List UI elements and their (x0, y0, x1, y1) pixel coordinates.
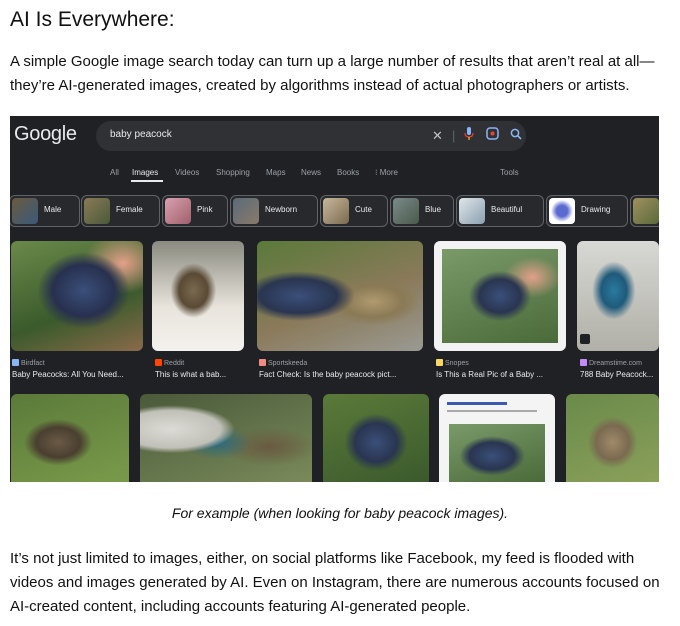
chip-blue[interactable]: Blue (390, 195, 454, 227)
chip-label: Beautiful (491, 205, 523, 214)
google-search-screenshot: Google baby peacock ✕ | All Images Video… (10, 116, 659, 482)
chip-thumbnail (393, 198, 419, 224)
chip-drawing[interactable]: Drawing (546, 195, 628, 227)
tab-all[interactable]: All (110, 168, 119, 177)
chip-thumbnail (549, 198, 575, 224)
clear-icon[interactable]: ✕ (432, 127, 443, 145)
post-header-lines (447, 410, 537, 412)
birdfact-favicon (12, 359, 19, 366)
chip-label: Drawing (581, 205, 611, 214)
chip-pink[interactable]: Pink (162, 195, 228, 227)
tab-more[interactable]: ⁝ More (375, 168, 398, 177)
result-image[interactable] (577, 241, 659, 351)
chip-female[interactable]: Female (81, 195, 160, 227)
chip-label: Female (116, 205, 143, 214)
tab-images[interactable]: Images (132, 168, 158, 177)
chip-thumbnail (84, 198, 110, 224)
tab-maps[interactable]: Maps (266, 168, 286, 177)
facebook-post-preview (449, 424, 545, 482)
chip-thumbnail (323, 198, 349, 224)
result-title[interactable]: Is This a Real Pic of a Baby ... (436, 370, 570, 379)
chip-thumbnail (12, 198, 38, 224)
chip-label: Cute (355, 205, 372, 214)
result-image[interactable] (434, 241, 566, 351)
result-source: Snopes (436, 359, 469, 367)
related-chips: Male Female Pink Newborn Cute Blue Beaut… (10, 195, 659, 227)
result-source: Birdfact (12, 359, 45, 367)
sportskeeda-favicon (259, 359, 266, 366)
result-image[interactable] (439, 394, 555, 482)
result-image[interactable] (323, 394, 429, 482)
result-image[interactable] (566, 394, 659, 482)
chip-thumbnail (459, 198, 485, 224)
search-input[interactable]: baby peacock (110, 129, 172, 140)
intro-paragraph: A simple Google image search today can t… (10, 53, 655, 94)
separator: | (452, 128, 456, 143)
chip-label: Male (44, 205, 62, 214)
chip-partial[interactable] (630, 195, 659, 227)
result-source: Dreamstime.com (580, 359, 642, 367)
chip-cute[interactable]: Cute (320, 195, 388, 227)
tools-button[interactable]: Tools (500, 168, 519, 177)
tab-videos[interactable]: Videos (175, 168, 199, 177)
gallery-badge-icon (580, 334, 590, 344)
reddit-favicon (155, 359, 162, 366)
mic-icon[interactable] (464, 127, 474, 146)
chip-thumbnail (233, 198, 259, 224)
chip-male[interactable]: Male (10, 195, 80, 227)
result-title[interactable]: Fact Check: Is the baby peacock pict... (259, 370, 429, 379)
chip-label: Pink (197, 205, 213, 214)
chip-newborn[interactable]: Newborn (230, 195, 318, 227)
result-title[interactable]: Baby Peacocks: All You Need... (12, 370, 146, 379)
active-tab-indicator (131, 180, 163, 182)
search-icon[interactable] (510, 127, 522, 145)
body-paragraph: It’s not just limited to images, either,… (10, 550, 660, 615)
chip-thumbnail (165, 198, 191, 224)
tab-shopping[interactable]: Shopping (216, 168, 250, 177)
result-source: Sportskeeda (259, 359, 307, 367)
search-box[interactable]: baby peacock ✕ | (96, 121, 526, 151)
chip-label: Newborn (265, 205, 298, 214)
chip-beautiful[interactable]: Beautiful (456, 195, 544, 227)
result-image[interactable] (152, 241, 244, 351)
snopes-favicon (436, 359, 443, 366)
post-header-lines (447, 402, 507, 405)
result-title[interactable]: 788 Baby Peacock... (580, 370, 659, 379)
lens-icon[interactable] (486, 127, 499, 145)
chip-label: Blue (425, 205, 442, 214)
dreamstime-favicon (580, 359, 587, 366)
result-title[interactable]: This is what a bab... (155, 370, 249, 379)
tab-news[interactable]: News (301, 168, 321, 177)
result-image[interactable] (140, 394, 312, 482)
chip-thumbnail (633, 198, 659, 224)
article-heading: AI Is Everywhere: (10, 8, 175, 31)
result-image[interactable] (11, 241, 143, 351)
result-source: Reddit (155, 359, 184, 367)
google-logo: Google (14, 123, 77, 145)
result-image[interactable] (11, 394, 129, 482)
result-image[interactable] (257, 241, 423, 351)
figure-caption: For example (when looking for baby peaco… (171, 505, 509, 521)
tab-books[interactable]: Books (337, 168, 359, 177)
